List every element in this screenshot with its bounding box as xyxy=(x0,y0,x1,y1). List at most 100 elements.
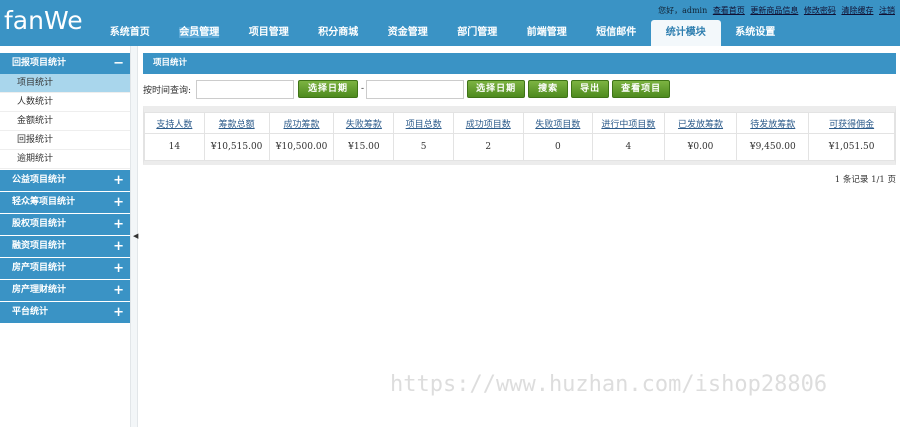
expand-icon: + xyxy=(113,173,124,188)
section-label: 回报项目统计 xyxy=(12,58,67,68)
column-header[interactable]: 筹款总额 xyxy=(203,112,270,134)
nav-departments[interactable]: 部门管理 xyxy=(443,20,513,46)
link-change-password[interactable]: 修改密码 xyxy=(804,6,836,15)
link-update-goods[interactable]: 更新商品信息 xyxy=(750,6,798,15)
select-end-date-button[interactable]: 选择日期 xyxy=(467,80,526,98)
sidebar-item-people-stats[interactable]: 人数统计 xyxy=(0,93,130,112)
nav-label: 积分商城 xyxy=(318,27,359,38)
sidebar-section-financing[interactable]: 融资项目统计 + xyxy=(0,236,130,257)
nav-members[interactable]: 会员管理 xyxy=(165,20,235,46)
table-cell: ¥1,051.50 xyxy=(808,133,895,161)
sidebar-item-overdue-stats[interactable]: 逾期统计 xyxy=(0,150,130,169)
end-date-input[interactable] xyxy=(366,79,465,99)
table-cell: 2 xyxy=(452,133,524,161)
select-start-date-button[interactable]: 选择日期 xyxy=(298,80,359,98)
nav-funds[interactable]: 资金管理 xyxy=(373,20,443,46)
table-cell: ¥10,515.00 xyxy=(203,133,270,161)
section-label: 公益项目统计 xyxy=(12,175,67,185)
nav-frontend[interactable]: 前端管理 xyxy=(512,20,582,46)
nav-label: 统计模块 xyxy=(665,27,706,38)
pagination-info: 1 条记录 1/1 页 xyxy=(834,175,896,185)
expand-icon: + xyxy=(113,305,124,320)
expand-icon: + xyxy=(113,261,124,276)
watermark: https://www.huzhan.com/ishop28806 xyxy=(390,372,828,397)
logo: fanWe xyxy=(4,6,83,35)
column-header[interactable]: 成功项目数 xyxy=(452,112,524,134)
sidebar-section-real-estate-finance[interactable]: 房产理财统计 + xyxy=(0,280,130,301)
column-header[interactable]: 成功筹款 xyxy=(268,112,335,134)
section-label: 融资项目统计 xyxy=(12,241,67,251)
table-cell: ¥0.00 xyxy=(663,133,738,161)
sidebar-section-platform[interactable]: 平台统计 + xyxy=(0,302,130,323)
nav-label: 部门管理 xyxy=(457,27,498,38)
search-button[interactable]: 搜索 xyxy=(528,80,569,98)
section-label: 房产理财统计 xyxy=(12,285,67,295)
start-date-input[interactable] xyxy=(196,79,295,99)
link-view-home[interactable]: 查看首页 xyxy=(713,6,745,15)
nav-settings[interactable]: 系统设置 xyxy=(721,20,791,46)
stats-table: 支持人数 筹款总额 成功筹款 失败筹款 项目总数 成功项目数 失败项目数 进行中项目数 已发放筹… xyxy=(143,106,896,165)
nav-label: 系统设置 xyxy=(735,27,776,38)
sidebar-section-charity[interactable]: 公益项目统计 + xyxy=(0,170,130,191)
table-cell: ¥15.00 xyxy=(333,133,395,161)
view-projects-button[interactable]: 查看项目 xyxy=(612,80,671,98)
table-cell: 5 xyxy=(393,133,454,161)
nav-statistics[interactable]: 统计模块 xyxy=(651,20,721,46)
expand-icon: + xyxy=(113,283,124,298)
nav-label: 短信邮件 xyxy=(596,27,637,38)
column-header[interactable]: 待发放筹款 xyxy=(736,112,810,134)
section-label: 房产项目统计 xyxy=(12,263,67,273)
nav-label: 资金管理 xyxy=(387,27,428,38)
section-label: 平台统计 xyxy=(12,307,49,317)
nav-sms-email[interactable]: 短信邮件 xyxy=(582,20,652,46)
nav-label: 项目管理 xyxy=(248,27,289,38)
table-cell: ¥10,500.00 xyxy=(268,133,335,161)
date-filter: 按时间查询: 选择日期 - 选择日期 搜索 导出 查看项目 xyxy=(143,79,896,99)
nav-label: 前端管理 xyxy=(526,27,567,38)
sidebar: 回报项目统计 − 项目统计 人数统计 金额统计 回报统计 逾期统计 公益项目统计 +… xyxy=(0,46,130,427)
sidebar-item-project-stats[interactable]: 项目统计 xyxy=(0,74,130,93)
table-cell: 14 xyxy=(144,133,205,161)
date-separator: - xyxy=(361,84,365,94)
filter-label: 按时间查询: xyxy=(143,85,192,96)
column-header[interactable]: 进行中项目数 xyxy=(592,112,665,134)
expand-icon: + xyxy=(113,239,124,254)
table-cell: 4 xyxy=(592,133,665,161)
sidebar-toggle-splitter[interactable]: ◀ xyxy=(130,46,138,427)
sidebar-item-amount-stats[interactable]: 金额统计 xyxy=(0,112,130,131)
link-clear-cache[interactable]: 清除缓存 xyxy=(841,6,873,15)
table-cell: ¥9,450.00 xyxy=(736,133,810,161)
expand-icon: + xyxy=(113,195,124,210)
greeting: 您好，admin xyxy=(658,6,708,15)
main-nav: 系统首页 会员管理 项目管理 积分商城 资金管理 部门管理 前端管理 短信邮件 … xyxy=(95,20,790,46)
nav-points-mall[interactable]: 积分商城 xyxy=(304,20,374,46)
main-content: 项目统计 按时间查询: 选择日期 - 选择日期 搜索 导出 查看项目 支持人数筹… xyxy=(143,53,896,185)
sidebar-section-real-estate[interactable]: 房产项目统计 + xyxy=(0,258,130,279)
collapse-icon: − xyxy=(113,56,124,71)
table-cell: 0 xyxy=(522,133,594,161)
table-row: 14 ¥10,515.00 ¥10,500.00 ¥15.00 5 2 0 4 ¥0.00 ¥9,… xyxy=(144,133,895,161)
expand-icon: + xyxy=(113,217,124,232)
nav-label: 会员管理 xyxy=(179,27,220,38)
column-header[interactable]: 支持人数 xyxy=(144,112,205,134)
column-header[interactable]: 失败项目数 xyxy=(522,112,594,134)
sidebar-section-light-crowdfunding[interactable]: 轻众筹项目统计 + xyxy=(0,192,130,213)
top-links: 您好，admin 查看首页 更新商品信息 修改密码 清除缓存 注销 xyxy=(658,5,895,16)
section-label: 股权项目统计 xyxy=(12,219,67,229)
export-button[interactable]: 导出 xyxy=(571,80,610,98)
link-logout[interactable]: 注销 xyxy=(879,6,895,15)
top-header: fanWe 您好，admin 查看首页 更新商品信息 修改密码 清除缓存 注销 … xyxy=(0,0,900,46)
column-header[interactable]: 项目总数 xyxy=(393,112,454,134)
sidebar-section-return-projects[interactable]: 回报项目统计 − xyxy=(0,53,130,74)
column-header[interactable]: 可获得佣金 xyxy=(808,112,895,134)
nav-projects[interactable]: 项目管理 xyxy=(234,20,304,46)
nav-system-home[interactable]: 系统首页 xyxy=(95,20,165,46)
sidebar-section-equity[interactable]: 股权项目统计 + xyxy=(0,214,130,235)
collapse-arrow-icon[interactable]: ◀ xyxy=(133,232,138,240)
table-header-row: 支持人数 筹款总额 成功筹款 失败筹款 项目总数 成功项目数 失败项目数 进行中项目数 已发放筹… xyxy=(144,112,895,134)
sidebar-item-return-stats[interactable]: 回报统计 xyxy=(0,131,130,150)
panel-title: 项目统计 xyxy=(143,53,896,74)
nav-label: 系统首页 xyxy=(109,27,150,38)
column-header[interactable]: 失败筹款 xyxy=(333,112,395,134)
column-header[interactable]: 已发放筹款 xyxy=(663,112,738,134)
